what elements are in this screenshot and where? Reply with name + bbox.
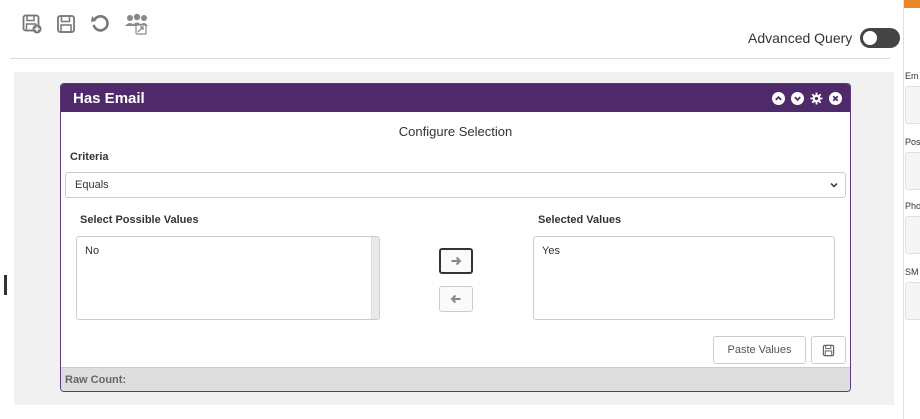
possible-values-label: Select Possible Values xyxy=(80,214,199,226)
selected-values-label: Selected Values xyxy=(538,214,622,226)
save-icon xyxy=(822,344,835,356)
collapse-up-icon[interactable] xyxy=(772,91,785,105)
criteria-label: Criteria xyxy=(70,151,109,163)
right-panel-accent xyxy=(904,0,920,8)
advanced-query-toggle[interactable] xyxy=(860,28,901,48)
save-icon[interactable] xyxy=(54,12,78,36)
right-field-input-1[interactable] xyxy=(905,86,920,124)
right-field-input-3[interactable] xyxy=(905,216,920,254)
move-right-button[interactable] xyxy=(439,248,473,274)
right-field-label-4: SM xyxy=(905,267,919,277)
configure-selection-title: Configure Selection xyxy=(398,124,513,139)
criteria-panel: Has Email Configure Selection Criteria E… xyxy=(60,83,851,392)
save-selection-button[interactable] xyxy=(811,336,846,364)
possible-values-list[interactable]: No xyxy=(76,236,380,320)
right-field-input-4[interactable] xyxy=(905,282,920,320)
expand-down-icon[interactable] xyxy=(791,91,804,105)
divider xyxy=(10,58,890,59)
possible-values-scrollbar[interactable] xyxy=(371,237,379,319)
right-field-label-1: Em xyxy=(905,71,919,81)
undo-icon[interactable] xyxy=(88,12,112,36)
share-users-icon[interactable] xyxy=(122,12,150,36)
right-field-label-2: Pos xyxy=(905,137,920,147)
raw-count-label: Raw Count: xyxy=(65,373,127,386)
criteria-select-value: Equals xyxy=(75,179,109,191)
selected-values-list[interactable]: Yes xyxy=(533,236,835,320)
advanced-query: Advanced Query xyxy=(748,28,901,48)
advanced-query-label: Advanced Query xyxy=(748,30,853,46)
close-icon[interactable] xyxy=(829,91,842,105)
toolbar xyxy=(20,12,150,36)
paste-values-button[interactable]: Paste Values xyxy=(713,336,806,364)
chevron-down-icon xyxy=(830,182,838,188)
possible-value-option[interactable]: No xyxy=(85,245,371,257)
gear-icon[interactable] xyxy=(810,91,823,105)
criteria-select[interactable]: Equals xyxy=(65,172,846,198)
panel-title: Has Email xyxy=(73,89,145,107)
raw-count-footer: Raw Count: xyxy=(61,367,850,391)
arrow-left-icon xyxy=(450,294,461,304)
toggle-knob xyxy=(863,31,878,45)
selected-value-option[interactable]: Yes xyxy=(542,245,826,257)
right-field-input-2[interactable] xyxy=(905,152,920,190)
right-field-label-3: Pho xyxy=(905,201,920,211)
arrow-right-icon xyxy=(451,256,462,266)
panel-header-icons xyxy=(772,91,842,105)
move-left-button[interactable] xyxy=(439,286,473,312)
save-add-icon[interactable] xyxy=(20,12,44,36)
left-edge-marker xyxy=(4,275,7,295)
panel-header: Has Email xyxy=(61,84,850,112)
